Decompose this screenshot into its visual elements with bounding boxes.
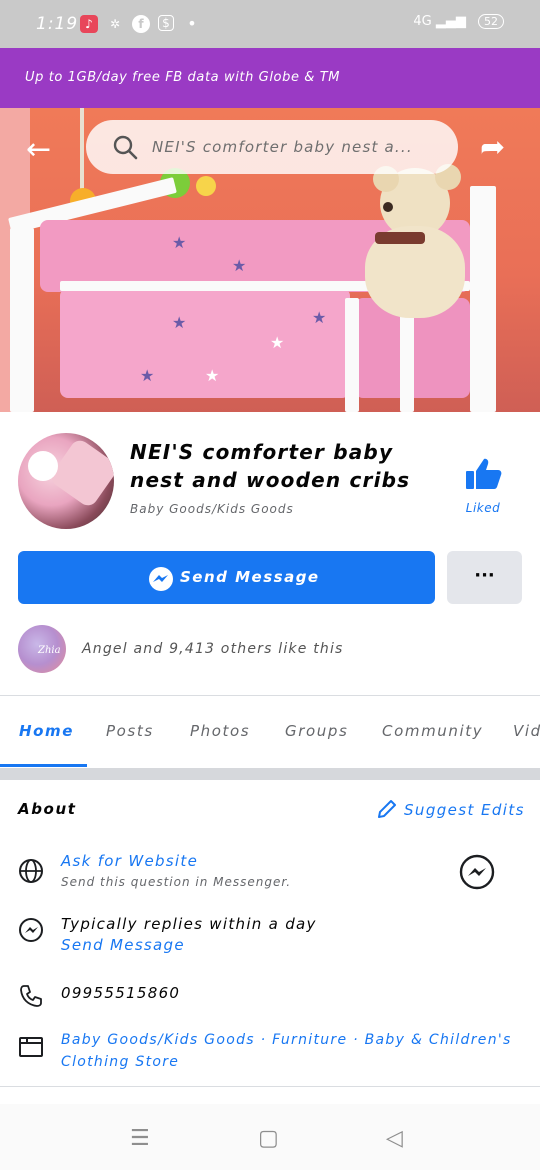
star-pattern: ★ [232, 256, 247, 275]
search-icon [113, 135, 138, 160]
free-data-banner-text: Up to 1GB/day free FB data with Globe & … [25, 70, 341, 85]
shop-app-icon: $ [158, 15, 174, 31]
send-message-link[interactable]: Send Message [61, 936, 185, 954]
search-bar[interactable]: NEI'S comforter baby nest a... [86, 120, 458, 174]
section-separator [0, 768, 540, 780]
suggest-edits-button[interactable]: Suggest Edits [376, 798, 525, 820]
status-right: 4G ▂▄▆ 52 [413, 14, 504, 29]
page-title: NEI'S comforter baby nest and wooden cri… [130, 440, 411, 492]
liked-button[interactable]: Liked [460, 455, 506, 515]
star-pattern: ★ [270, 333, 285, 352]
page-category: Baby Goods/Kids Goods [130, 502, 294, 516]
star-pattern: ★ [172, 233, 187, 252]
star-pattern: ★ [172, 313, 187, 332]
suggest-edits-label: Suggest Edits [404, 801, 525, 819]
crib-post [10, 228, 34, 412]
phone-icon [20, 985, 42, 1007]
mobile-string [80, 108, 84, 198]
star-pattern: ★ [312, 308, 327, 327]
tab-videos[interactable]: Vid [513, 722, 540, 740]
signal-icon: ▂▄▆ [435, 14, 466, 29]
page-profile-picture[interactable] [18, 433, 114, 529]
category-icon [19, 1037, 43, 1057]
tab-photos[interactable]: Photos [190, 722, 250, 740]
settings-app-icon: ✲ [109, 17, 121, 31]
send-message-label: Send Message [180, 568, 320, 586]
likers-text[interactable]: Angel and 9,413 others like this [82, 641, 344, 657]
messenger-icon [19, 918, 43, 942]
category-links[interactable]: Baby Goods/Kids Goods · Furniture · Baby… [61, 1032, 512, 1048]
more-options-button[interactable]: ··· [447, 551, 522, 604]
home-icon[interactable]: ▢ [258, 1126, 279, 1151]
liker-avatar[interactable]: Zhia [18, 625, 66, 673]
liker-avatar-text: Zhia [38, 645, 61, 656]
divider [0, 1086, 540, 1087]
about-heading: About [18, 800, 77, 818]
facebook-app-icon: f [132, 15, 150, 33]
pencil-icon [378, 800, 396, 818]
messenger-icon [149, 567, 173, 591]
category-links-continued[interactable]: Clothing Store [61, 1054, 179, 1070]
thumbs-up-icon [466, 458, 502, 489]
mobile-toy [196, 176, 216, 196]
system-nav-bar: ☰ ▢ ◁ [0, 1104, 540, 1170]
crib-post [470, 186, 496, 412]
share-arrow-icon[interactable]: ➦ [480, 130, 505, 165]
tab-home[interactable]: Home [19, 722, 74, 740]
tab-posts[interactable]: Posts [106, 722, 154, 740]
music-app-icon: ♪ [80, 15, 98, 33]
status-bar: 1:19 ♪ ✲ f $ • 4G ▂▄▆ 52 [0, 0, 540, 48]
ask-for-website-link[interactable]: Ask for Website [61, 852, 198, 870]
send-message-button[interactable]: Send Message [18, 551, 435, 604]
free-data-banner[interactable]: Up to 1GB/day free FB data with Globe & … [0, 48, 540, 108]
cover-photo[interactable]: ★ ★ ★ ★ ★ ★ ★ ← ➦ NEI'S comforter baby n… [0, 108, 540, 412]
divider [0, 695, 540, 696]
notification-dot-icon: • [187, 14, 197, 33]
messenger-icon[interactable] [458, 853, 496, 891]
globe-icon [19, 859, 43, 883]
active-tab-indicator [0, 764, 87, 767]
back-arrow-icon[interactable]: ← [26, 132, 51, 167]
search-input[interactable]: NEI'S comforter baby nest a... [152, 138, 413, 156]
back-icon[interactable]: ◁ [386, 1126, 403, 1151]
star-pattern: ★ [140, 366, 155, 385]
star-pattern: ★ [205, 366, 220, 385]
ask-for-website-subtext: Send this question in Messenger. [61, 875, 292, 889]
liked-label: Liked [465, 501, 501, 515]
teddy-bear [345, 164, 465, 338]
phone-number[interactable]: 09955515860 [61, 984, 180, 1002]
tab-community[interactable]: Community [382, 722, 483, 740]
tab-groups[interactable]: Groups [285, 722, 348, 740]
recent-apps-icon[interactable]: ☰ [130, 1126, 150, 1151]
battery-icon: 52 [478, 14, 504, 29]
network-icon: 4G [413, 14, 432, 29]
status-time: 1:19 [36, 14, 79, 34]
response-time-text: Typically replies within a day [61, 915, 317, 933]
